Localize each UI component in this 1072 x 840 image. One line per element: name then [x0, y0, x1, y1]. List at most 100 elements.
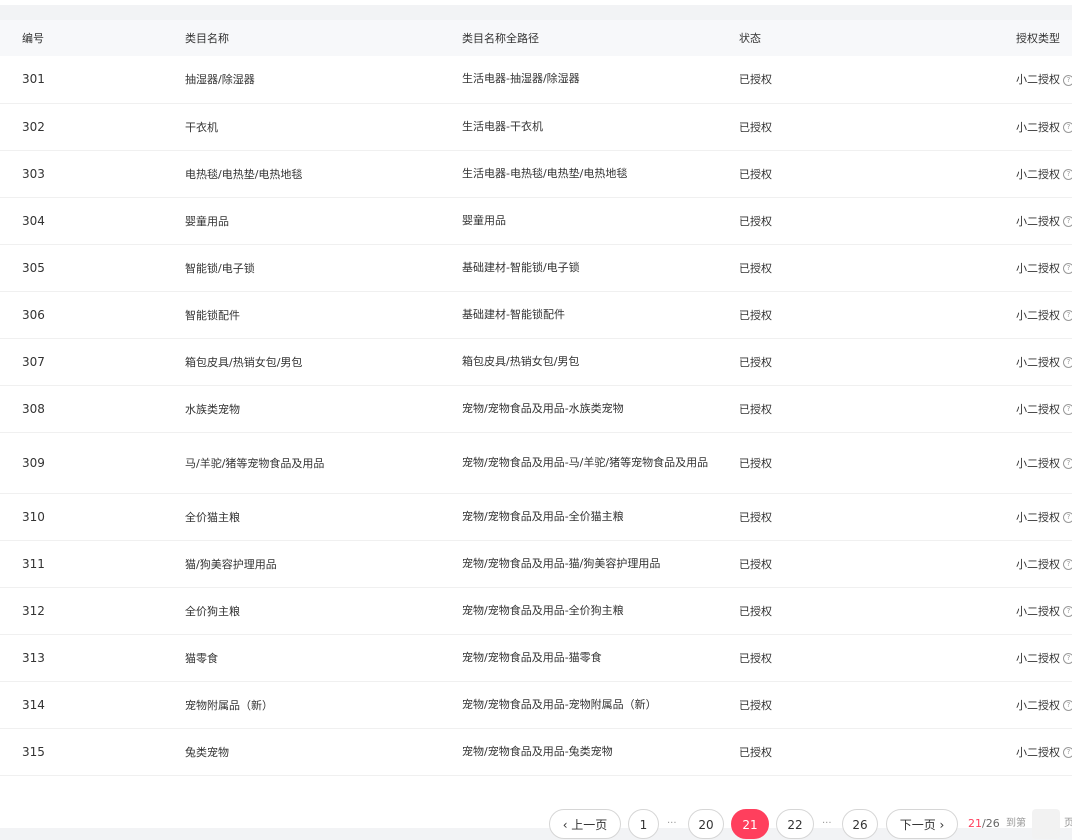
row-auth-type: 小二授权?	[1016, 587, 1072, 635]
help-icon[interactable]: ?	[1063, 263, 1072, 274]
pagination-ellipsis: ···	[667, 818, 677, 829]
row-category-path: 基础建材-智能锁配件	[462, 291, 739, 339]
help-icon[interactable]: ?	[1063, 310, 1072, 321]
help-icon[interactable]: ?	[1063, 458, 1072, 469]
page-jump-input[interactable]	[1032, 809, 1060, 839]
help-icon[interactable]: ?	[1063, 512, 1072, 523]
row-category-path-text: 宠物/宠物食品及用品-宠物附属品（新）	[462, 697, 657, 711]
row-category-path: 宠物/宠物食品及用品-全价狗主粮	[462, 587, 739, 635]
row-status: 已授权	[739, 338, 1016, 386]
page-button-20[interactable]: 20	[688, 809, 724, 839]
page-button-1[interactable]: 1	[628, 809, 659, 839]
row-category-path-text: 基础建材-智能锁/电子锁	[462, 260, 580, 274]
row-auth-type-text: 小二授权	[1016, 510, 1060, 524]
goto-label: 到第	[1006, 818, 1026, 829]
row-category-name: 全价狗主粮	[185, 587, 462, 635]
help-icon[interactable]: ?	[1063, 653, 1072, 664]
row-id: 303	[0, 150, 185, 198]
help-icon[interactable]: ?	[1063, 559, 1072, 570]
help-icon[interactable]: ?	[1063, 700, 1072, 711]
row-category-name: 智能锁配件	[185, 291, 462, 339]
page-button-26[interactable]: 26	[842, 809, 878, 839]
row-auth-type-text: 小二授权	[1016, 402, 1060, 416]
row-category-path-text: 宠物/宠物食品及用品-兔类宠物	[462, 744, 613, 758]
row-status: 已授权	[739, 150, 1016, 198]
column-header-auth-type: 授权类型	[1016, 20, 1072, 56]
row-status: 已授权	[739, 244, 1016, 292]
row-category-path: 生活电器-抽湿器/除湿器	[462, 56, 739, 104]
category-table: 编号 类目名称 类目名称全路径 状态 授权类型 301 抽湿器/除湿器 生活电器-抽…	[0, 20, 1072, 776]
help-icon[interactable]: ?	[1063, 747, 1072, 758]
total-pages: /26	[982, 817, 1000, 830]
row-category-name: 马/羊驼/猪等宠物食品及用品	[185, 432, 462, 494]
table-row: 307 箱包皮具/热销女包/男包 箱包皮具/热销女包/男包 已授权 小二授权?	[0, 338, 1072, 386]
help-icon[interactable]: ?	[1063, 169, 1072, 180]
row-auth-type: 小二授权?	[1016, 291, 1072, 339]
row-auth-type-text: 小二授权	[1016, 698, 1060, 712]
row-category-path-text: 宠物/宠物食品及用品-马/羊驼/猪等宠物食品及用品	[462, 455, 709, 469]
row-id: 315	[0, 728, 185, 776]
table-row: 303 电热毯/电热垫/电热地毯 生活电器-电热毯/电热垫/电热地毯 已授权 小二授权?	[0, 150, 1072, 198]
row-category-path-text: 箱包皮具/热销女包/男包	[462, 354, 580, 368]
page-info: 21/26	[968, 808, 1000, 840]
row-category-name: 全价猫主粮	[185, 493, 462, 541]
row-id: 305	[0, 244, 185, 292]
row-category-path-text: 宠物/宠物食品及用品-猫零食	[462, 650, 602, 664]
page-button-21-active[interactable]: 21	[731, 809, 769, 839]
row-id: 302	[0, 103, 185, 151]
help-icon[interactable]: ?	[1063, 404, 1072, 415]
row-auth-type: 小二授权?	[1016, 150, 1072, 198]
prev-page-button[interactable]: ‹ 上一页	[549, 809, 621, 839]
row-category-path-text: 宠物/宠物食品及用品-全价狗主粮	[462, 603, 624, 617]
column-header-status: 状态	[739, 20, 1016, 56]
row-auth-type: 小二授权?	[1016, 103, 1072, 151]
row-status: 已授权	[739, 432, 1016, 494]
row-auth-type-text: 小二授权	[1016, 745, 1060, 759]
help-icon[interactable]: ?	[1063, 74, 1072, 86]
row-status: 已授权	[739, 493, 1016, 541]
row-category-path-text: 宠物/宠物食品及用品-水族类宠物	[462, 401, 624, 415]
next-page-button[interactable]: 下一页 ›	[886, 809, 958, 839]
row-category-path: 婴童用品	[462, 197, 739, 245]
row-category-path: 宠物/宠物食品及用品-兔类宠物	[462, 728, 739, 776]
help-icon[interactable]: ?	[1063, 122, 1072, 133]
row-auth-type: 小二授权?	[1016, 634, 1072, 682]
help-icon[interactable]: ?	[1063, 216, 1072, 227]
row-auth-type-text: 小二授权	[1016, 355, 1060, 369]
table-row: 309 马/羊驼/猪等宠物食品及用品 宠物/宠物食品及用品-马/羊驼/猪等宠物食品及…	[0, 432, 1072, 494]
row-id: 306	[0, 291, 185, 339]
page-suffix-label: 页	[1064, 818, 1072, 829]
current-page: 21	[968, 817, 982, 830]
row-category-name: 猫零食	[185, 634, 462, 682]
row-auth-type: 小二授权?	[1016, 385, 1072, 433]
page-button-22[interactable]: 22	[776, 809, 814, 839]
help-icon[interactable]: ?	[1063, 606, 1072, 617]
table-row: 310 全价猫主粮 宠物/宠物食品及用品-全价猫主粮 已授权 小二授权?	[0, 493, 1072, 541]
row-category-path: 箱包皮具/热销女包/男包	[462, 338, 739, 386]
row-status: 已授权	[739, 56, 1016, 104]
table-row: 302 干衣机 生活电器-干衣机 已授权 小二授权?	[0, 103, 1072, 151]
row-auth-type: 小二授权?	[1016, 56, 1072, 104]
top-strip	[0, 0, 1072, 5]
table-row: 312 全价狗主粮 宠物/宠物食品及用品-全价狗主粮 已授权 小二授权?	[0, 587, 1072, 635]
row-auth-type: 小二授权?	[1016, 197, 1072, 245]
row-category-name: 抽湿器/除湿器	[185, 56, 462, 104]
category-table-card: 编号 类目名称 类目名称全路径 状态 授权类型 301 抽湿器/除湿器 生活电器-抽…	[0, 20, 1072, 839]
row-auth-type-text: 小二授权	[1016, 651, 1060, 665]
row-category-name: 婴童用品	[185, 197, 462, 245]
row-status: 已授权	[739, 103, 1016, 151]
row-auth-type: 小二授权?	[1016, 244, 1072, 292]
row-auth-type-text: 小二授权	[1016, 261, 1060, 275]
row-id: 314	[0, 681, 185, 729]
row-auth-type-text: 小二授权	[1016, 214, 1060, 228]
row-category-path-text: 宠物/宠物食品及用品-猫/狗美容护理用品	[462, 556, 661, 570]
column-header-path: 类目名称全路径	[462, 20, 739, 56]
help-icon[interactable]: ?	[1063, 357, 1072, 368]
row-id: 301	[0, 56, 185, 104]
row-status: 已授权	[739, 587, 1016, 635]
row-status: 已授权	[739, 197, 1016, 245]
row-category-path-text: 生活电器-干衣机	[462, 119, 543, 133]
row-category-name: 智能锁/电子锁	[185, 244, 462, 292]
row-status: 已授权	[739, 540, 1016, 588]
row-category-name: 兔类宠物	[185, 728, 462, 776]
